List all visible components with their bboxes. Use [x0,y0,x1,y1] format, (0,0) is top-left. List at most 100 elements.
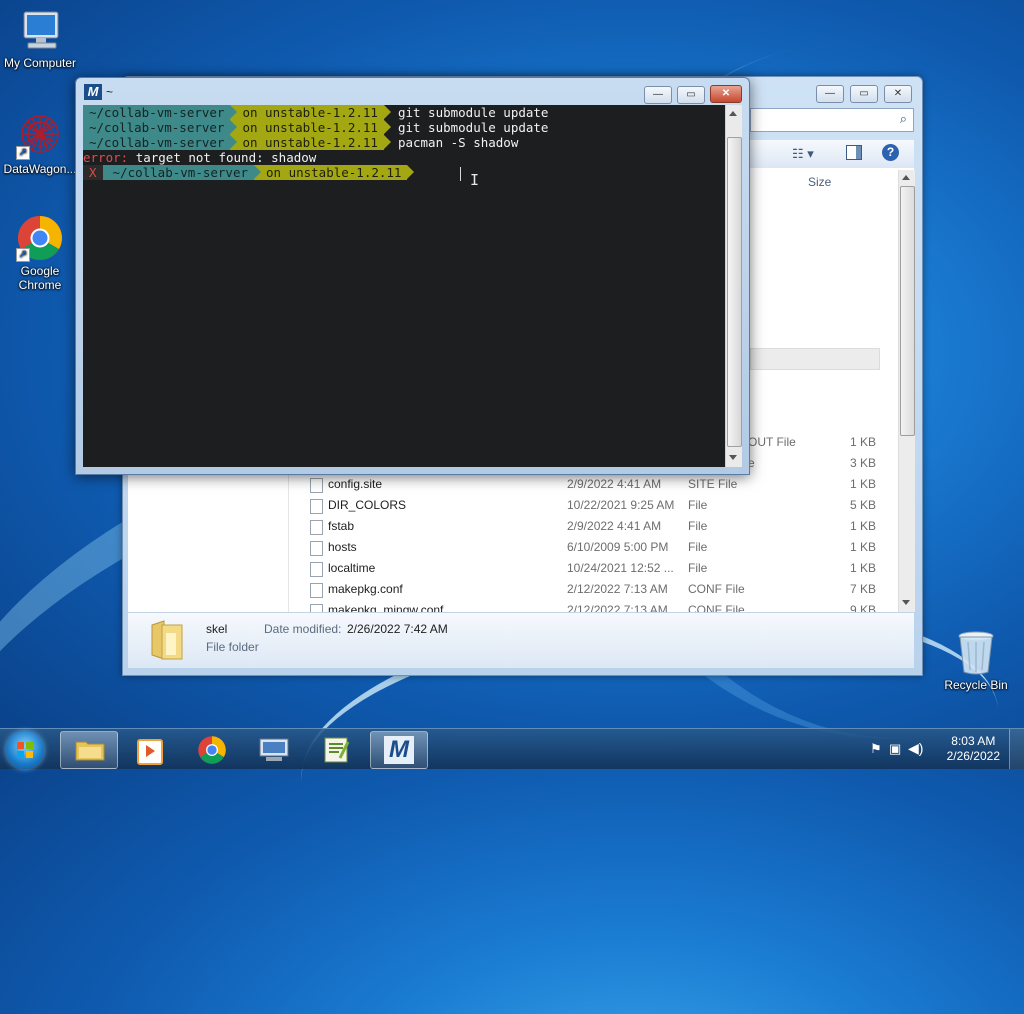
file-name: hosts [328,540,357,554]
file-size: 7 KB [850,582,877,596]
file-name: config.site [328,477,383,491]
system-tray: ⚑ ▣ ◀) 8:03 AM 2/26/2022 [864,729,1024,769]
table-row[interactable]: makepkg.conf 2/12/2022 7:13 AM CONF File… [310,579,900,600]
terminal-line: ~/collab-vm-server on unstable-1.2.11 pacm… [83,135,518,150]
notepad-plus-icon [322,736,350,767]
ibeam-cursor-icon: I [470,171,480,189]
taskbar-remote-desktop-button[interactable] [246,731,302,767]
maximize-button[interactable]: ▭ [850,85,878,103]
file-type: CONF File [688,603,745,612]
exit-status-indicator: X [83,165,103,180]
taskbar-explorer-button[interactable] [60,731,118,769]
prompt-directory: ~/collab-vm-server [83,105,238,120]
terminal-line: ~/collab-vm-server on unstable-1.2.11 git … [83,105,548,120]
folder-icon [75,738,105,762]
scroll-down-arrow-icon[interactable] [729,455,737,460]
table-row[interactable]: fstab 2/9/2022 4:41 AM File 1 KB [310,516,900,537]
scroll-down-arrow-icon[interactable] [902,600,910,605]
taskbar-notepad-button[interactable] [308,731,364,767]
action-center-flag-icon[interactable]: ⚑ [870,741,882,757]
desktop-icon-recycle-bin[interactable]: Recycle Bin [936,630,1016,692]
desktop-icon-datawagon[interactable]: ↗ DataWagon... [0,112,80,176]
scroll-up-arrow-icon[interactable] [729,111,737,116]
clock[interactable]: 8:03 AM 2/26/2022 [947,734,1000,764]
column-header-size[interactable]: Size [808,168,831,196]
scrollbar-thumb[interactable] [900,186,915,436]
start-button[interactable] [6,731,44,769]
view-options-icon[interactable]: ☷ ▾ [792,146,814,162]
file-type: File [688,519,708,533]
text-cursor [460,167,461,181]
table-row[interactable]: hosts 6/10/2009 5:00 PM File 1 KB [310,537,900,558]
remote-desktop-icon [258,737,290,766]
file-date: 2/9/2022 4:41 AM [567,519,662,533]
preview-pane-icon[interactable] [846,145,862,160]
window-title: ~ [106,85,114,99]
file-icon [310,520,323,535]
scroll-up-arrow-icon[interactable] [902,175,910,180]
file-size: 1 KB [850,477,877,491]
file-icon [310,478,323,493]
desktop-icon-label: Recycle Bin [944,678,1008,692]
taskbar: M ⚑ ▣ ◀) 8:03 AM 2/26/2022 [0,728,1024,769]
close-button[interactable]: ✕ [884,85,912,103]
help-icon[interactable]: ? [882,144,899,161]
table-row[interactable]: makepkg_mingw.conf 2/12/2022 7:13 AM CON… [310,600,900,612]
file-type: OUT File [748,435,796,449]
shortcut-arrow-icon: ↗ [16,248,30,262]
file-size: 3 KB [850,456,877,470]
scrollbar-thumb[interactable] [727,137,742,447]
desktop-icon-my-computer[interactable]: My Computer [0,8,80,70]
details-pane: skel Date modified: 2/26/2022 7:42 AM Fi… [128,612,914,668]
terminal-prompt-line: X ~/collab-vm-server on unstable-1.2.11 [83,165,415,180]
file-name: makepkg.conf [328,582,403,596]
error-message: target not found: shadow [135,150,317,165]
taskbar-chrome-button[interactable] [184,731,240,767]
chrome-icon: ↗ [16,214,64,262]
msys2-logo-icon: M [84,84,102,100]
close-button[interactable]: ✕ [710,85,742,103]
shortcut-arrow-icon: ↗ [16,146,30,160]
terminal-output[interactable]: ~/collab-vm-server on unstable-1.2.11 git … [83,105,725,467]
table-row[interactable]: localtime 10/24/2021 12:52 ... File 1 KB [310,558,900,579]
minimize-button[interactable]: — [816,85,844,103]
desktop-icon-google-chrome[interactable]: ↗ Google Chrome [0,214,80,292]
file-date: 2/9/2022 4:41 AM [567,477,662,491]
explorer-placeholder-bar [750,348,880,370]
terminal-scrollbar[interactable] [725,105,742,467]
datawagon-logo-icon: ↗ [16,112,64,160]
minimize-button[interactable]: — [644,86,672,104]
prompt-branch: on unstable-1.2.11 [230,135,392,150]
command-text: pacman -S shadow [397,135,519,150]
table-row[interactable]: DIR_COLORS 10/22/2021 9:25 AM File 5 KB [310,495,900,516]
file-name: fstab [328,519,355,533]
file-icon [310,541,323,556]
details-name: skel [206,622,228,636]
taskbar-msys2-button[interactable]: M [370,731,428,769]
clock-time: 8:03 AM [951,734,996,748]
volume-icon[interactable]: ◀) [908,740,923,757]
desktop-icon-label: My Computer [3,56,77,70]
file-date: 2/12/2022 7:13 AM [567,582,668,596]
search-box[interactable]: ⌕ [750,108,914,132]
msys2-logo-icon: M [384,736,414,764]
show-desktop-button[interactable] [1009,729,1024,769]
details-date-value: 2/26/2022 7:42 AM [347,622,448,636]
taskbar-media-player-button[interactable] [122,731,178,767]
file-icon [310,583,323,598]
network-icon[interactable]: ▣ [889,741,901,757]
file-date: 10/22/2021 9:25 AM [567,498,675,512]
file-date: 6/10/2009 5:00 PM [567,540,669,554]
maximize-button[interactable]: ▭ [677,86,705,104]
terminal-error-line: error: target not found: shadow [83,150,316,165]
file-name: localtime [328,561,376,575]
file-date: 2/12/2022 7:13 AM [567,603,668,612]
explorer-scrollbar[interactable] [898,170,915,612]
table-row[interactable]: config.site 2/9/2022 4:41 AM SITE File 1… [310,474,900,495]
computer-icon [16,8,64,54]
folder-icon [150,619,184,661]
file-icon [310,562,323,577]
chrome-icon [197,735,227,768]
file-name: DIR_COLORS [328,498,407,512]
prompt-branch: on unstable-1.2.11 [230,120,392,135]
